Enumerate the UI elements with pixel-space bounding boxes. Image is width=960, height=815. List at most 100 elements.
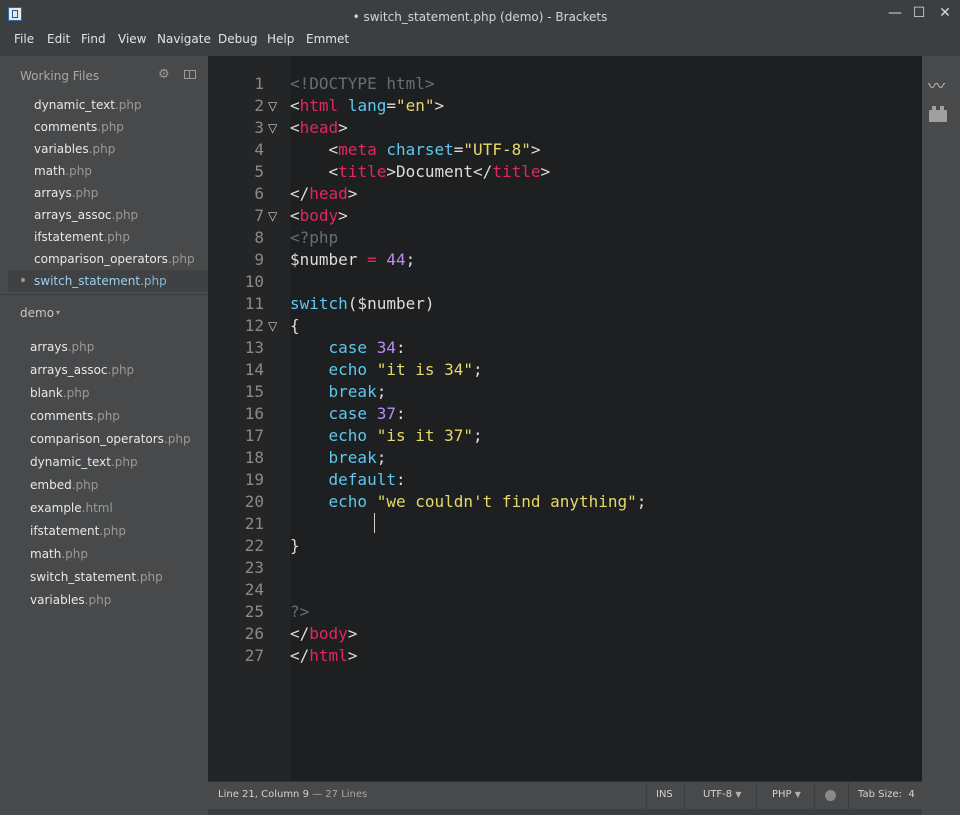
menu-help[interactable]: Help	[267, 32, 294, 46]
code-line[interactable]: break;	[290, 447, 387, 469]
code-token: >	[338, 118, 348, 137]
code-line[interactable]: case 37:	[290, 403, 406, 425]
menu-debug[interactable]: Debug	[218, 32, 257, 46]
line-number: 24	[244, 580, 264, 599]
code-line[interactable]: <title>Document</title>	[290, 161, 551, 183]
project-file-item[interactable]: comments.php	[30, 409, 120, 423]
tab-size-control[interactable]: Tab Size: 4	[858, 789, 915, 800]
fold-toggle-icon[interactable]: ▽	[268, 95, 277, 117]
code-token: <	[290, 140, 339, 159]
project-file-item[interactable]: comparison_operators.php	[30, 432, 191, 446]
working-file-item[interactable]: arrays.php	[34, 186, 98, 200]
brackets-window: • switch_statement.php (demo) - Brackets…	[0, 0, 960, 815]
project-file-item[interactable]: blank.php	[30, 386, 90, 400]
split-view-icon[interactable]	[184, 70, 196, 79]
menu-emmet[interactable]: Emmet	[306, 32, 349, 46]
project-file-item[interactable]: ifstatement.php	[30, 524, 126, 538]
code-line[interactable]: <?php	[290, 227, 338, 249]
code-line[interactable]: {	[290, 315, 300, 337]
code-token: "it is 34"	[376, 360, 474, 379]
code-line[interactable]: break;	[290, 381, 387, 403]
code-token: case	[328, 404, 368, 423]
code-line[interactable]: default:	[290, 469, 406, 491]
code-line[interactable]: <!DOCTYPE html>	[290, 73, 435, 95]
line-number: 13	[244, 338, 264, 357]
code-line[interactable]: case 34:	[290, 337, 406, 359]
code-token: </	[290, 646, 310, 665]
project-file-item[interactable]: embed.php	[30, 478, 98, 492]
code-line[interactable]: echo "is it 37";	[290, 425, 483, 447]
code-token: 34	[376, 338, 396, 357]
code-token: head	[299, 118, 339, 137]
working-file-item[interactable]: comparison_operators.php	[34, 252, 195, 266]
project-file-item[interactable]: arrays_assoc.php	[30, 363, 134, 377]
code-token: ;	[473, 360, 483, 379]
unsaved-dot-icon	[21, 278, 25, 282]
code-line[interactable]: <meta charset="UTF-8">	[290, 139, 541, 161]
close-button[interactable]: ✕	[930, 2, 960, 24]
line-number: 5	[254, 162, 264, 181]
extension-manager-icon[interactable]	[929, 106, 947, 122]
code-line[interactable]: </body>	[290, 623, 357, 645]
code-token: >	[347, 624, 358, 643]
code-line[interactable]: <html lang="en">	[290, 95, 444, 117]
working-file-item[interactable]: comments.php	[34, 120, 124, 134]
menu-edit[interactable]: Edit	[47, 32, 70, 46]
window-title: • switch_statement.php (demo) - Brackets	[352, 10, 608, 24]
insert-mode-toggle[interactable]: INS	[656, 789, 673, 800]
language-select[interactable]: PHP ▼	[772, 789, 801, 800]
code-line[interactable]: </head>	[290, 183, 357, 205]
project-file-item[interactable]: math.php	[30, 547, 88, 561]
code-line[interactable]: echo "it is 34";	[290, 359, 483, 381]
working-file-item[interactable]: variables.php	[34, 142, 115, 156]
code-line[interactable]: }	[290, 535, 300, 557]
chevron-down-icon[interactable]: ▾	[56, 308, 60, 317]
code-line[interactable]: echo "we couldn't find anything";	[290, 491, 647, 513]
menu-find[interactable]: Find	[81, 32, 106, 46]
code-token: <	[290, 162, 339, 181]
line-number-gutter[interactable]: 1 2 ▽ 3 ▽ 4 5 6 7 ▽ 8 9 10 11 12 ▽ 13 14 15 16 17 18 19 20 21 22 2…	[208, 56, 290, 781]
code-token: default	[328, 470, 396, 489]
code-editor[interactable]: 1 2 ▽ 3 ▽ 4 5 6 7 ▽ 8 9 10 11 12 ▽ 13 14 15 16 17 18 19 20 21 22 2…	[208, 56, 922, 781]
code-token: "UTF-8"	[463, 140, 531, 159]
code-token: $number	[290, 250, 368, 269]
code-token: body	[299, 206, 339, 225]
code-token: echo	[328, 492, 368, 511]
line-number: 14	[244, 360, 264, 379]
code-token: ($number)	[347, 294, 435, 313]
code-token: >	[530, 140, 541, 159]
fold-toggle-icon[interactable]: ▽	[268, 205, 277, 227]
menu-view[interactable]: View	[118, 32, 146, 46]
project-title[interactable]: demo	[20, 306, 54, 320]
code-line[interactable]: <head>	[290, 117, 348, 139]
project-file-item[interactable]: example.html	[30, 501, 113, 515]
project-file-item[interactable]: variables.php	[30, 593, 111, 607]
code-line[interactable]: ?>	[290, 601, 309, 623]
menu-file[interactable]: File	[14, 32, 34, 46]
project-file-item[interactable]: dynamic_text.php	[30, 455, 138, 469]
live-preview-icon[interactable]: 〰	[928, 72, 945, 97]
menu-navigate[interactable]: Navigate	[157, 32, 211, 46]
encoding-select[interactable]: UTF-8 ▼	[703, 789, 742, 800]
line-number: 16	[244, 404, 264, 423]
code-line[interactable]: <body>	[290, 205, 348, 227]
code-token: break	[328, 382, 377, 401]
gear-icon[interactable]: ⚙	[158, 67, 170, 82]
working-file-item-active[interactable]: switch_statement.php	[34, 274, 167, 288]
project-file-item[interactable]: switch_statement.php	[30, 570, 163, 584]
linter-status-icon[interactable]	[825, 790, 836, 801]
code-line[interactable]: </html>	[290, 645, 357, 667]
working-file-item[interactable]: ifstatement.php	[34, 230, 130, 244]
code-token: }	[290, 536, 300, 555]
fold-toggle-icon[interactable]: ▽	[268, 315, 277, 337]
code-line[interactable]: switch($number)	[290, 293, 435, 315]
working-file-item[interactable]: arrays_assoc.php	[34, 208, 138, 222]
code-line[interactable]: $number = 44;	[290, 249, 415, 271]
fold-toggle-icon[interactable]: ▽	[268, 117, 277, 139]
working-file-item[interactable]: dynamic_text.php	[34, 98, 142, 112]
status-divider	[684, 782, 685, 810]
project-file-item[interactable]: arrays.php	[30, 340, 94, 354]
working-file-item[interactable]: math.php	[34, 164, 92, 178]
